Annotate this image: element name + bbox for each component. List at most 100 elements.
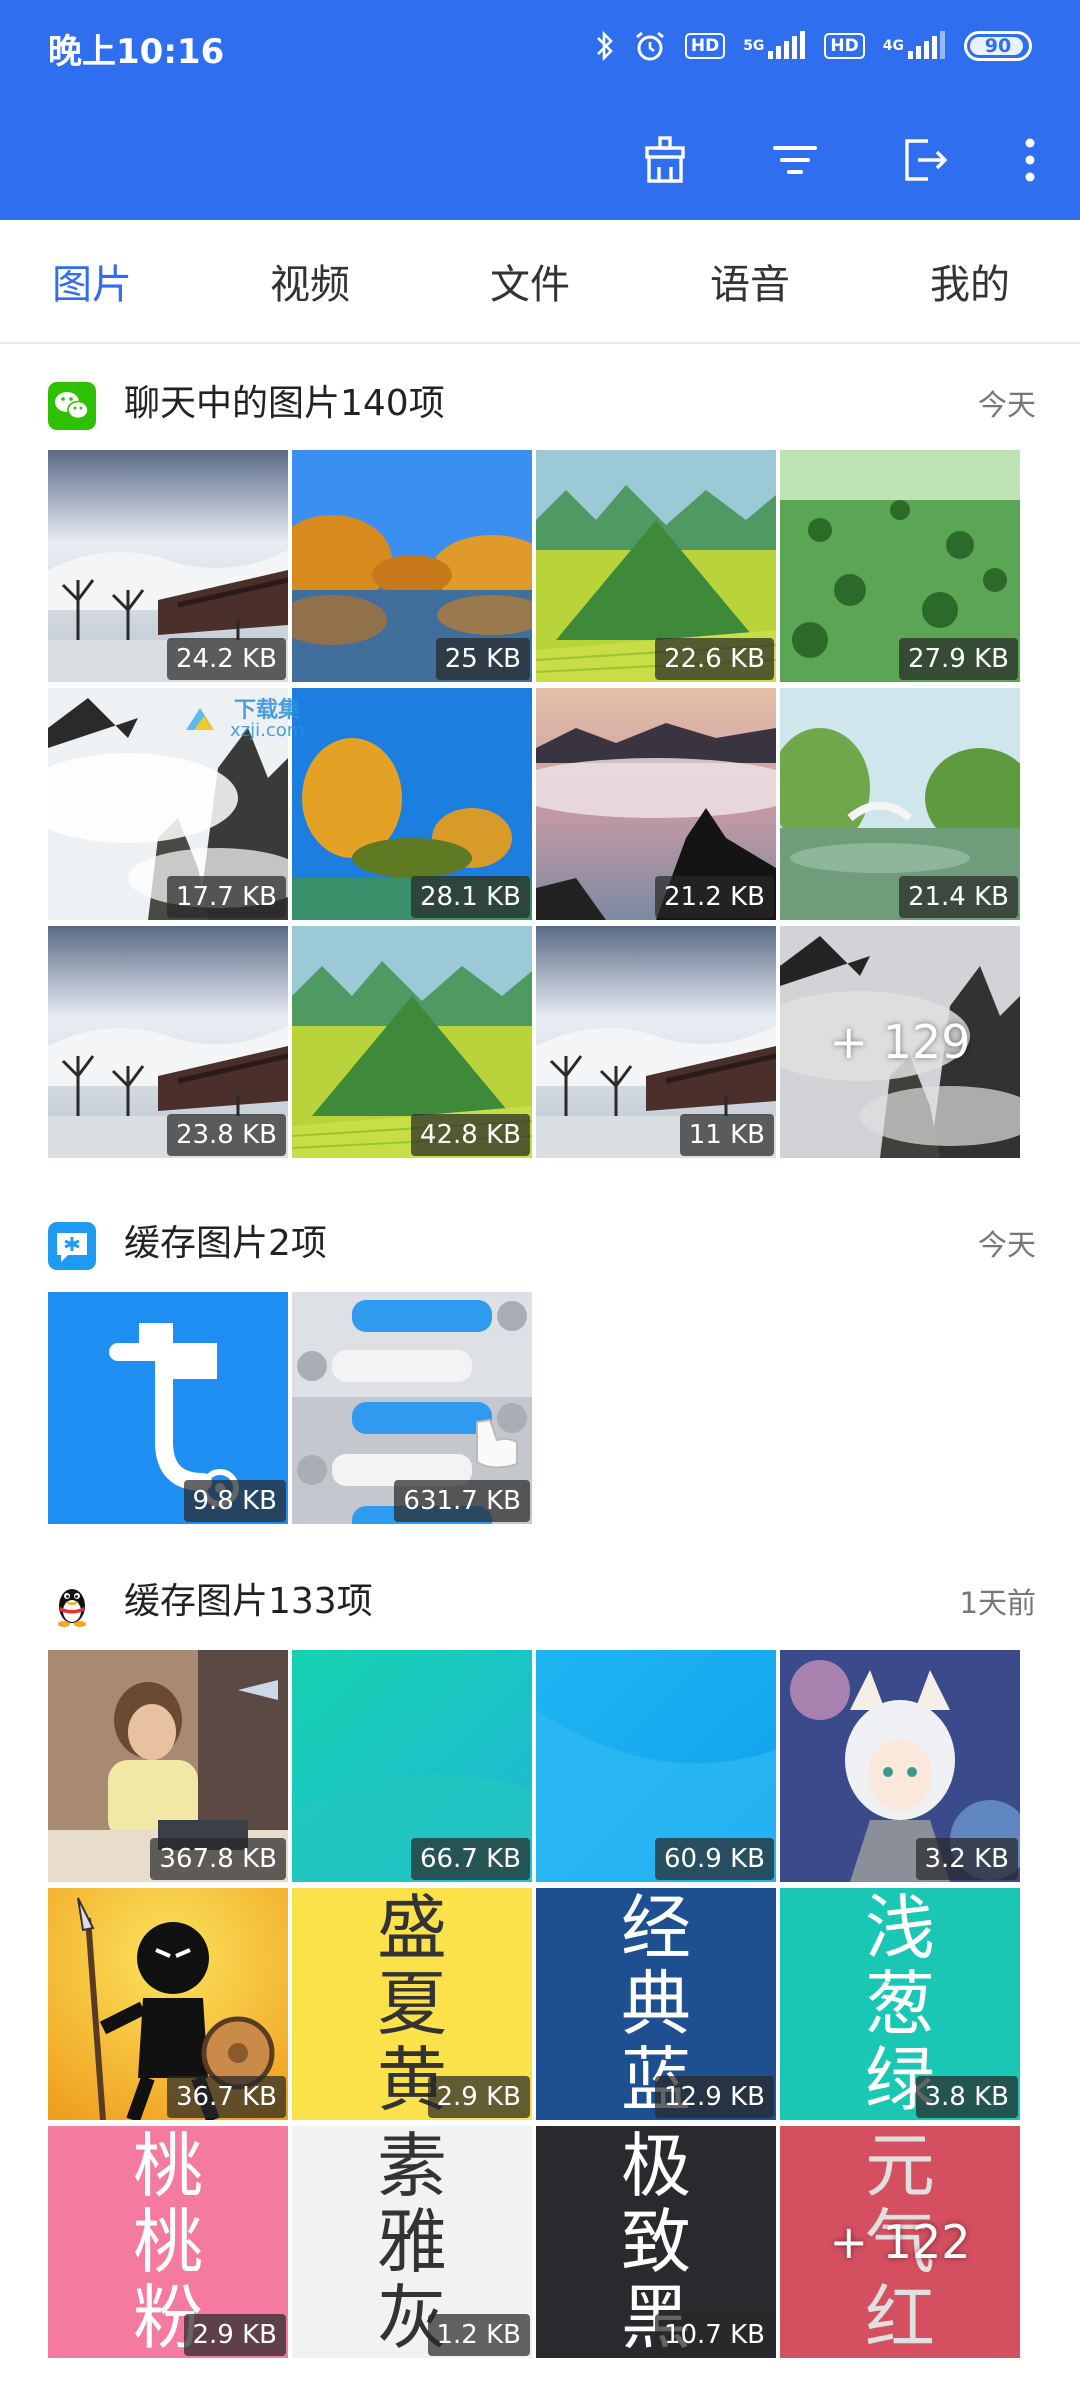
file-size-badge: 3.2 KB <box>915 1838 1018 1880</box>
file-size-badge: 1.2 KB <box>427 2314 530 2356</box>
image-thumbnail[interactable]: + 129 <box>780 926 1020 1158</box>
signal-4g-icon: 4G <box>883 31 946 61</box>
tab-videos[interactable]: 视频 <box>270 220 350 342</box>
image-thumbnail[interactable]: 3.2 KB <box>780 1650 1020 1882</box>
section-header-cache[interactable]: 缓存图片2项 今天 <box>0 1204 1080 1284</box>
file-size-badge: 21.4 KB <box>898 876 1018 918</box>
word-art-char: 浅 <box>865 1888 935 1969</box>
image-thumbnail[interactable]: 367.8 KB <box>48 1650 288 1882</box>
file-size-badge: 27.9 KB <box>898 638 1018 680</box>
word-art-char: 夏 <box>377 1963 447 2045</box>
filter-button[interactable] <box>730 120 860 200</box>
clean-icon <box>645 136 685 183</box>
signal-5g-icon: 5G <box>743 31 806 61</box>
word-art-char: 经 <box>621 1888 691 1969</box>
watermark-line2: xzji.com <box>230 720 305 741</box>
image-thumbnail[interactable]: 浅葱绿 3.8 KB <box>780 1888 1020 2120</box>
image-thumbnail[interactable]: 素雅灰 1.2 KB <box>292 2126 532 2358</box>
image-thumbnail[interactable]: 42.8 KB <box>292 926 532 1158</box>
image-grid-qq: 367.8 KB 66.7 KB 60.9 KB 3.2 KB 36.7 KB 盛… <box>48 1650 1032 2370</box>
word-art-char: 致 <box>621 2201 691 2283</box>
image-grid-wechat: 24.2 KB 25 KB 22.6 KB 27.9 KB 17.7 KB 28… <box>48 450 1032 1170</box>
image-thumbnail[interactable]: 23.8 KB <box>48 926 288 1158</box>
file-size-badge: 631.7 KB <box>394 1480 530 1522</box>
hd-badge-2: HD <box>824 33 865 59</box>
alarm-icon <box>633 29 667 63</box>
image-thumbnail[interactable]: 11 KB <box>536 926 776 1158</box>
file-size-badge: 60.9 KB <box>654 1838 774 1880</box>
toolbar <box>600 120 1080 200</box>
word-art-char: 雅 <box>377 2201 447 2283</box>
category-tabs: 图片 视频 文件 语音 我的 <box>0 220 1080 344</box>
word-art-char: 桃 <box>133 2201 203 2283</box>
image-thumbnail[interactable]: 22.6 KB <box>536 450 776 682</box>
export-icon <box>905 139 948 181</box>
file-size-badge: 42.8 KB <box>410 1114 530 1156</box>
section-date: 1天前 <box>959 1586 1036 1620</box>
file-size-badge: 28.1 KB <box>410 876 530 918</box>
tab-mine[interactable]: 我的 <box>930 220 1010 342</box>
file-size-badge: 12.9 KB <box>654 2076 774 2118</box>
image-thumbnail[interactable]: 盛夏黄 2.9 KB <box>292 1888 532 2120</box>
status-time: 晚上10:16 <box>48 32 225 72</box>
wechat-icon <box>48 382 96 430</box>
image-thumbnail[interactable]: 经典蓝12.9 KB <box>536 1888 776 2120</box>
filter-icon <box>773 146 817 174</box>
section-title: 聊天中的图片140项 <box>124 383 445 424</box>
file-size-badge: 21.2 KB <box>654 876 774 918</box>
image-thumbnail[interactable]: 27.9 KB <box>780 450 1020 682</box>
word-art-char: 盛 <box>377 1888 447 1969</box>
file-size-badge: 3.8 KB <box>915 2076 1018 2118</box>
word-art-char: 素 <box>377 2126 447 2207</box>
section-date: 今天 <box>977 1228 1036 1262</box>
file-size-badge: 2.9 KB <box>183 2314 286 2356</box>
more-button[interactable] <box>990 120 1070 200</box>
tab-voice[interactable]: 语音 <box>710 220 790 342</box>
file-size-badge: 36.7 KB <box>166 2076 286 2118</box>
file-size-badge: 23.8 KB <box>166 1114 286 1156</box>
more-count-overlay: + 129 <box>780 926 1020 1158</box>
watermark: 下载集 xzji.com <box>180 690 330 750</box>
file-size-badge: 9.8 KB <box>183 1480 286 1522</box>
image-thumbnail[interactable]: 极致黑10.7 KB <box>536 2126 776 2358</box>
section-title: 缓存图片133项 <box>124 1581 373 1622</box>
file-size-badge: 24.2 KB <box>166 638 286 680</box>
word-art-char: 极 <box>621 2126 691 2207</box>
qq-penguin-icon <box>58 1589 86 1627</box>
cache-app-icon <box>48 1222 96 1270</box>
clean-button[interactable] <box>600 120 730 200</box>
tab-images[interactable]: 图片 <box>52 220 132 342</box>
more-count-overlay: + 122 <box>780 2126 1020 2358</box>
section-header-qq[interactable]: 缓存图片133项 1天前 <box>0 1562 1080 1642</box>
bluetooth-icon <box>595 29 615 63</box>
export-button[interactable] <box>860 120 990 200</box>
tab-files[interactable]: 文件 <box>490 220 570 342</box>
file-size-badge: 17.7 KB <box>166 876 286 918</box>
image-thumbnail[interactable]: 631.7 KB <box>292 1292 532 1524</box>
image-thumbnail[interactable]: 元气红 + 122 <box>780 2126 1020 2358</box>
image-thumbnail[interactable]: 60.9 KB <box>536 1650 776 1882</box>
image-thumbnail[interactable]: 24.2 KB <box>48 450 288 682</box>
file-size-badge: 66.7 KB <box>410 1838 530 1880</box>
hd-badge: HD <box>684 33 726 59</box>
image-thumbnail[interactable]: 25 KB <box>292 450 532 682</box>
image-thumbnail[interactable]: 66.7 KB <box>292 1650 532 1882</box>
image-thumbnail[interactable]: 21.2 KB <box>536 688 776 920</box>
file-size-badge: 25 KB <box>435 638 530 680</box>
file-size-badge: 22.6 KB <box>654 638 774 680</box>
app-header: 晚上10:16 HD 5G HD 4G 90 <box>0 0 1080 220</box>
image-thumbnail[interactable]: 桃桃粉 2.9 KB <box>48 2126 288 2358</box>
section-header-wechat[interactable]: 聊天中的图片140项 今天 <box>0 364 1080 444</box>
image-thumbnail[interactable]: 21.4 KB <box>780 688 1020 920</box>
more-vertical-icon <box>1025 138 1035 182</box>
image-thumbnail[interactable]: 36.7 KB <box>48 1888 288 2120</box>
file-size-badge: 11 KB <box>679 1114 774 1156</box>
image-thumbnail[interactable]: 9.8 KB <box>48 1292 288 1524</box>
word-art-char: 桃 <box>133 2126 203 2207</box>
word-art-char: 葱 <box>865 1963 935 2045</box>
file-size-badge: 2.9 KB <box>427 2076 530 2118</box>
battery-icon: 90 <box>964 31 1032 61</box>
image-grid-cache: 9.8 KB 631.7 KB <box>48 1292 1032 1526</box>
section-date: 今天 <box>977 388 1036 422</box>
file-size-badge: 10.7 KB <box>654 2314 774 2356</box>
